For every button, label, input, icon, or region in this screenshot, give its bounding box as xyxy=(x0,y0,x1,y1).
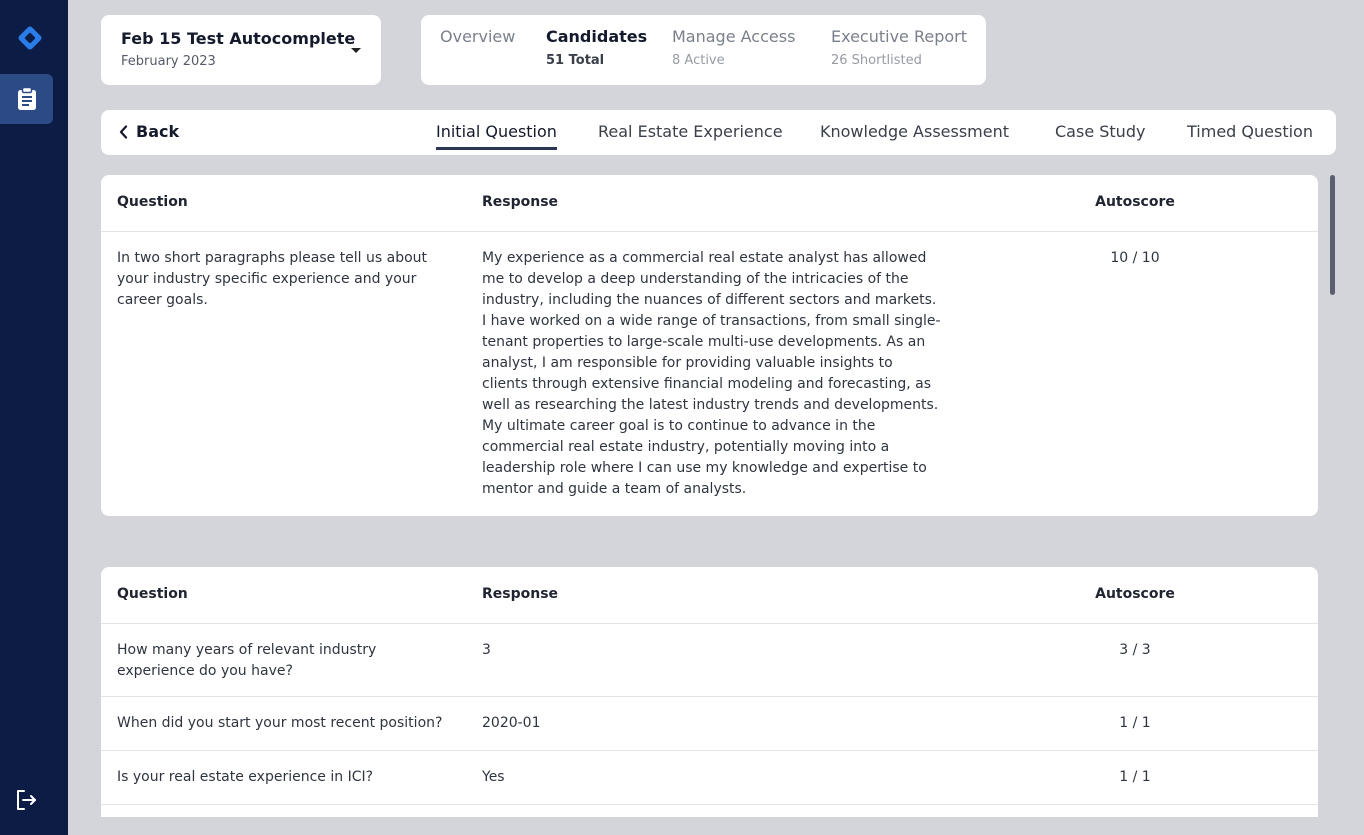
chevron-left-icon xyxy=(119,124,128,139)
app-logo-icon[interactable] xyxy=(16,24,44,52)
tab-case-study[interactable]: Case Study xyxy=(1055,122,1145,141)
header-response: Response xyxy=(482,194,559,210)
tab-label: Manage Access xyxy=(672,27,796,46)
header-response: Response xyxy=(482,586,559,602)
section-nav: Back Initial Question Real Estate Experi… xyxy=(101,110,1336,155)
response-text: 2020-01 xyxy=(482,715,541,731)
response-text: Yes xyxy=(482,769,505,785)
autoscore-value: 10 / 10 xyxy=(1110,250,1160,266)
response-text: My experience as a commercial real estat… xyxy=(482,250,941,497)
question-text: In two short paragraphs please tell us a… xyxy=(117,250,428,308)
autoscore-value: 1 / 1 xyxy=(1119,715,1151,731)
table-row: Is your real estate experience in ICI? Y… xyxy=(101,751,1318,805)
project-selector[interactable]: Feb 15 Test Autocomplete February 2023 xyxy=(101,15,381,85)
back-button[interactable]: Back xyxy=(119,122,179,141)
chevron-down-icon[interactable] xyxy=(351,48,361,53)
scrollbar-thumb[interactable] xyxy=(1330,175,1335,295)
tab-overview[interactable]: Overview xyxy=(440,27,515,46)
header-question: Question xyxy=(117,586,188,602)
sidebar xyxy=(0,0,68,835)
tab-count: 51 Total xyxy=(546,53,605,68)
tab-knowledge-assessment[interactable]: Knowledge Assessment xyxy=(820,122,1009,141)
table-row: How many years of relevant industry expe… xyxy=(101,624,1318,697)
table-header: Question Response Autoscore xyxy=(101,175,1318,232)
clipboard-icon xyxy=(17,87,36,110)
tab-label: Candidates xyxy=(546,27,648,46)
project-title: Feb 15 Test Autocomplete xyxy=(121,29,356,48)
autoscore-value: 3 / 3 xyxy=(1119,642,1151,658)
sidebar-item-assessments[interactable] xyxy=(0,74,53,124)
tab-label: Executive Report xyxy=(831,27,968,46)
question-text: When did you start your most recent posi… xyxy=(117,715,443,731)
tab-label: Overview xyxy=(440,27,516,46)
header-autoscore: Autoscore xyxy=(1095,194,1175,210)
tab-initial-question[interactable]: Initial Question xyxy=(436,122,557,150)
experience-table: Question Response Autoscore How many yea… xyxy=(101,567,1318,817)
tab-count: 8 Active xyxy=(672,53,725,68)
header-question: Question xyxy=(117,194,188,210)
initial-question-table: Question Response Autoscore In two short… xyxy=(101,175,1318,516)
back-label: Back xyxy=(136,122,180,141)
tab-manage-access[interactable]: Manage Access 8 Active xyxy=(672,27,795,68)
question-text: Is your real estate experience in ICI? xyxy=(117,769,374,785)
table-header: Question Response Autoscore xyxy=(101,567,1318,624)
table-row: In two short paragraphs please tell us a… xyxy=(101,232,1318,516)
header-autoscore: Autoscore xyxy=(1095,586,1175,602)
tab-executive-report[interactable]: Executive Report 26 Shortlisted xyxy=(831,27,967,68)
tab-timed-question[interactable]: Timed Question xyxy=(1187,122,1313,141)
question-text: How many years of relevant industry expe… xyxy=(117,642,377,679)
top-tabs: Overview Candidates 51 Total Manage Acce… xyxy=(421,15,986,85)
logout-icon[interactable] xyxy=(14,788,38,812)
autoscore-value: 1 / 1 xyxy=(1119,769,1151,785)
tab-real-estate-experience[interactable]: Real Estate Experience xyxy=(598,122,783,141)
tab-candidates[interactable]: Candidates 51 Total xyxy=(546,27,647,68)
project-date: February 2023 xyxy=(121,54,216,69)
response-text: 3 xyxy=(482,642,491,658)
table-row: When did you start your most recent posi… xyxy=(101,697,1318,751)
tab-count: 26 Shortlisted xyxy=(831,53,922,68)
